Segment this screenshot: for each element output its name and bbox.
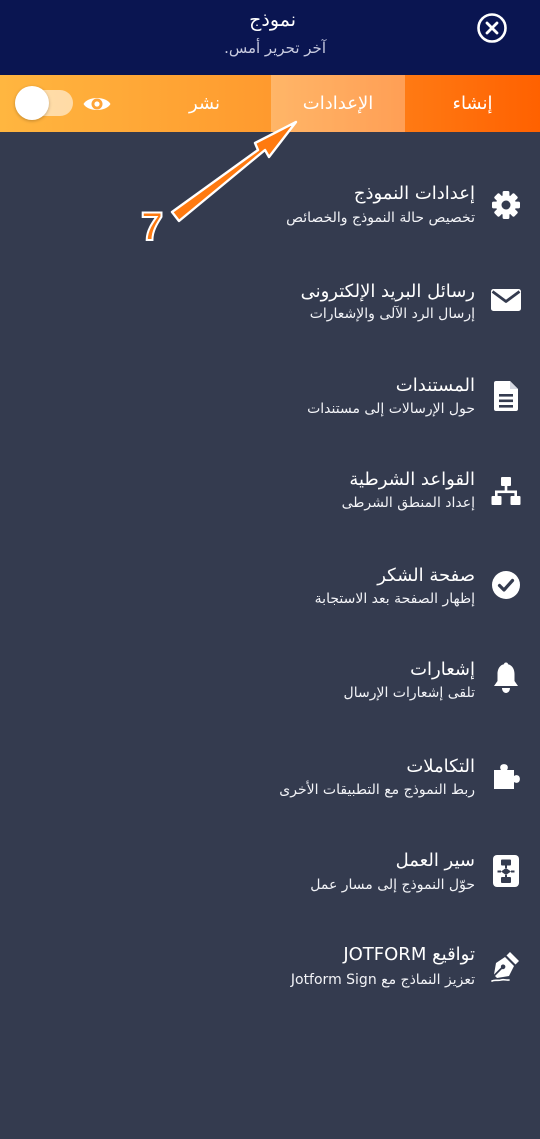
- toggle-knob: [15, 86, 49, 120]
- menu-item-title: إشعارات: [410, 659, 475, 680]
- menu-item-subtitle: إعداد المنطق الشرطى: [341, 495, 475, 511]
- close-icon: [477, 13, 507, 43]
- tab-settings[interactable]: الإعدادات: [271, 75, 405, 132]
- puzzle-icon: [489, 760, 523, 794]
- tab-create[interactable]: إنشاء: [405, 75, 540, 132]
- menu-item-emails[interactable]: رسائل البريد الإلكترونى إرسال الرد الآلى…: [0, 278, 540, 362]
- menu-item-title: إعدادات النموذج: [353, 183, 475, 204]
- menu-item-jotform-sign[interactable]: تواقيع JOTFORM تعزيز النماذج مع Jotform …: [0, 943, 540, 1027]
- gear-icon: [489, 188, 523, 222]
- bell-icon: [489, 661, 523, 695]
- close-button[interactable]: [476, 12, 508, 44]
- menu-item-title: رسائل البريد الإلكترونى: [300, 281, 475, 302]
- menu-item-subtitle: تعزيز النماذج مع Jotform Sign: [290, 972, 475, 988]
- menu-item-title: المستندات: [395, 375, 475, 396]
- menu-item-title: القواعد الشرطية: [349, 469, 475, 490]
- menu-item-workflow[interactable]: سير العمل حوّل النموذج إلى مسار عمل: [0, 849, 540, 933]
- menu-item-title: تواقيع JOTFORM: [343, 944, 475, 965]
- menu-item-subtitle: حول الإرسالات إلى مستندات: [307, 401, 475, 417]
- tab-bar: إنشاء الإعدادات نشر: [0, 75, 540, 132]
- sitemap-icon: [489, 474, 523, 508]
- pen-nib-icon: [489, 949, 523, 983]
- menu-item-title: التكاملات: [406, 756, 475, 777]
- menu-item-conditions[interactable]: القواعد الشرطية إعداد المنطق الشرطى: [0, 466, 540, 550]
- menu-item-subtitle: ربط النموذج مع التطبيقات الأخرى: [279, 782, 475, 798]
- app-header: نموذج آخر تحرير أمس.: [0, 0, 540, 75]
- menu-item-form-settings[interactable]: إعدادات النموذج تخصيص حالة النموذج والخص…: [0, 180, 540, 264]
- last-edited-text: آخر تحرير أمس.: [224, 39, 326, 57]
- workflow-icon: [489, 854, 523, 888]
- menu-item-title: صفحة الشكر: [377, 565, 475, 586]
- tab-publish[interactable]: نشر: [138, 75, 271, 132]
- menu-item-subtitle: إرسال الرد الآلى والإشعارات: [309, 306, 475, 322]
- preview-toggle[interactable]: [15, 86, 75, 120]
- menu-item-subtitle: إظهار الصفحة بعد الاستجابة: [314, 591, 475, 607]
- tutorial-step-number: 7: [140, 204, 164, 250]
- menu-item-documents[interactable]: المستندات حول الإرسالات إلى مستندات: [0, 372, 540, 456]
- check-circle-icon: [489, 568, 523, 602]
- menu-item-subtitle: تخصيص حالة النموذج والخصائص: [286, 210, 475, 226]
- menu-item-thank-you-page[interactable]: صفحة الشكر إظهار الصفحة بعد الاستجابة: [0, 564, 540, 648]
- menu-item-notifications[interactable]: إشعارات تلقى إشعارات الإرسال: [0, 656, 540, 740]
- menu-item-subtitle: تلقى إشعارات الإرسال: [343, 685, 475, 701]
- envelope-icon: [489, 283, 523, 317]
- eye-icon: [83, 98, 111, 110]
- menu-item-integrations[interactable]: التكاملات ربط النموذج مع التطبيقات الأخر…: [0, 753, 540, 837]
- document-icon: [489, 379, 523, 413]
- menu-item-subtitle: حوّل النموذج إلى مسار عمل: [310, 877, 475, 893]
- page-title: نموذج: [249, 9, 296, 31]
- preview-button[interactable]: [82, 93, 112, 115]
- menu-item-title: سير العمل: [395, 850, 475, 871]
